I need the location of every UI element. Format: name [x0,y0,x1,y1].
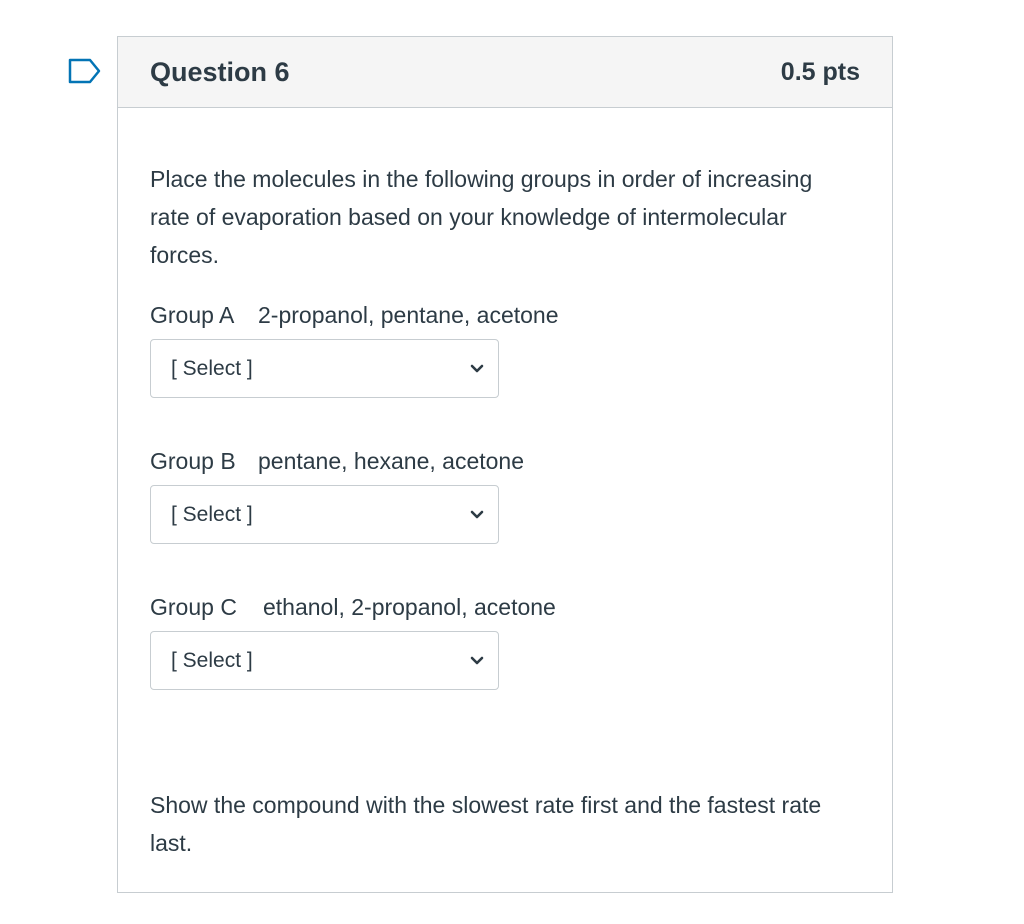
group-b-select[interactable]: [ Select ] [150,485,499,544]
group-c-select-value: [ Select ] [171,648,253,672]
question-header: Question 6 0.5 pts [118,37,892,108]
question-text: Place the molecules in the following gro… [150,166,813,268]
group-c-name: Group C [150,594,237,620]
question-title: Question 6 [150,56,290,87]
group-c-molecules: ethanol, 2-propanol, acetone [263,594,556,620]
chevron-down-icon [470,364,484,372]
chevron-down-icon [470,510,484,518]
group-b-select-value: [ Select ] [171,502,253,526]
group-a-select-value: [ Select ] [171,356,253,380]
question-points: 0.5 pts [780,57,860,86]
question-body: Place the molecules in the following gro… [118,108,892,862]
group-b-name: Group B [150,448,236,474]
group-a-select[interactable]: [ Select ] [150,339,499,398]
group-c: Group C ethanol, 2-propanol, acetone [ S… [150,589,860,690]
question-card: Question 6 0.5 pts Place the molecules i… [117,36,893,893]
group-a: Group A 2-propanol, pentane, acetone [ S… [150,297,860,398]
group-a-label: Group A 2-propanol, pentane, acetone [150,297,860,333]
question-instructions: Show the compound with the slowest rate … [150,792,822,856]
flag-question-icon[interactable] [68,58,102,84]
group-a-name: Group A [150,302,235,328]
group-a-molecules: 2-propanol, pentane, acetone [258,302,559,328]
group-b-molecules: pentane, hexane, acetone [258,448,525,474]
group-c-label: Group C ethanol, 2-propanol, acetone [150,589,860,625]
group-b: Group B pentane, hexane, acetone [ Selec… [150,443,860,544]
group-c-select[interactable]: [ Select ] [150,631,499,690]
group-b-label: Group B pentane, hexane, acetone [150,443,860,479]
chevron-down-icon [470,656,484,664]
